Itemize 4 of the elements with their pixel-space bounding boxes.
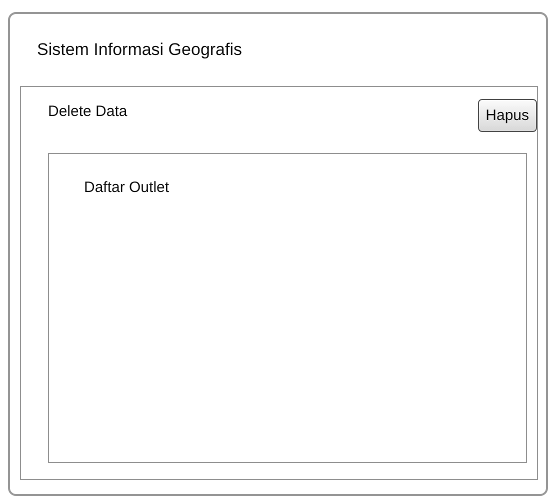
delete-button[interactable]: Hapus — [478, 99, 537, 132]
panel-title: Delete Data — [48, 103, 128, 120]
window-title: Sistem Informasi Geografis — [37, 40, 242, 59]
list-title: Daftar Outlet — [84, 179, 170, 196]
